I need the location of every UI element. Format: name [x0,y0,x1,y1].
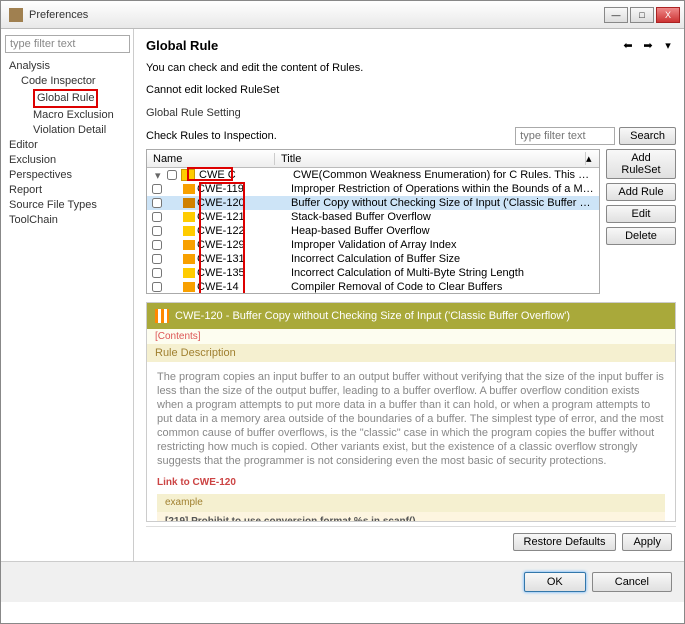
sidebar-item[interactable]: Code Inspector [5,74,129,89]
sidebar-item[interactable]: Macro Exclusion [5,108,129,123]
nav-menu-icon[interactable]: ▾ [660,37,676,53]
sidebar-item[interactable]: Analysis [5,59,129,74]
minimize-button[interactable]: — [604,7,628,23]
rules-table: Name Title ▴ ▾CWE CCWE(Common Weakness E… [146,149,600,294]
titlebar: Preferences — □ X [1,1,684,29]
sidebar-item[interactable]: Report [5,183,129,198]
sidebar: type filter text AnalysisCode InspectorG… [1,29,134,561]
delete-button[interactable]: Delete [606,227,676,245]
window-title: Preferences [29,9,604,21]
nav-fwd-icon[interactable]: ➡ [640,37,656,53]
search-label: Check Rules to Inspection. [146,130,515,142]
page-title: Global Rule [146,38,620,53]
rule-icon [155,309,169,323]
sidebar-item[interactable]: Global Rule [5,89,129,108]
section-heading: Global Rule Setting [146,107,676,119]
maximize-button[interactable]: □ [630,7,654,23]
desc-line-1: You can check and edit the content of Ru… [146,61,676,75]
nav-back-icon[interactable]: ⬅ [620,37,636,53]
rule-description-heading: Rule Description [147,344,675,362]
add-rule-button[interactable]: Add Rule [606,183,676,201]
dialog-buttons: OK Cancel [1,561,684,602]
restore-defaults-button[interactable]: Restore Defaults [513,533,617,551]
search-button[interactable]: Search [619,127,676,145]
close-button[interactable]: X [656,7,680,23]
sidebar-item[interactable]: Violation Detail [5,123,129,138]
detail-title: CWE-120 - Buffer Copy without Checking S… [175,310,570,322]
sidebar-item[interactable]: Exclusion [5,153,129,168]
detail-body-text: The program copies an input buffer to an… [157,370,665,468]
link-to-cwe[interactable]: Link to CWE-120 [157,476,665,490]
edit-button[interactable]: Edit [606,205,676,223]
nav-tree: AnalysisCode InspectorGlobal RuleMacro E… [5,59,129,228]
col-name[interactable]: Name [147,153,275,165]
contents-link[interactable]: [Contents] [147,329,675,344]
sidebar-item[interactable]: ToolChain [5,213,129,228]
desc-line-2: Cannot edit locked RuleSet [146,83,676,97]
detail-panel: CWE-120 - Buffer Copy without Checking S… [146,302,676,522]
example-title: [219] Prohibit to use conversion format … [157,512,665,521]
filter-input[interactable]: type filter text [5,35,130,53]
add-ruleset-button[interactable]: Add RuleSet [606,149,676,179]
sidebar-item[interactable]: Perspectives [5,168,129,183]
example-heading: example [157,494,665,512]
sidebar-item[interactable]: Source File Types [5,198,129,213]
apply-button[interactable]: Apply [622,533,672,551]
cancel-button[interactable]: Cancel [592,572,672,592]
col-title[interactable]: Title [275,153,585,165]
search-input[interactable] [515,127,615,145]
sidebar-item[interactable]: Editor [5,138,129,153]
col-scroll: ▴ [585,152,599,165]
detail-header: CWE-120 - Buffer Copy without Checking S… [147,303,675,329]
app-icon [9,8,23,22]
ok-button[interactable]: OK [524,572,586,592]
content-pane: Global Rule ⬅ ➡ ▾ You can check and edit… [134,29,684,561]
